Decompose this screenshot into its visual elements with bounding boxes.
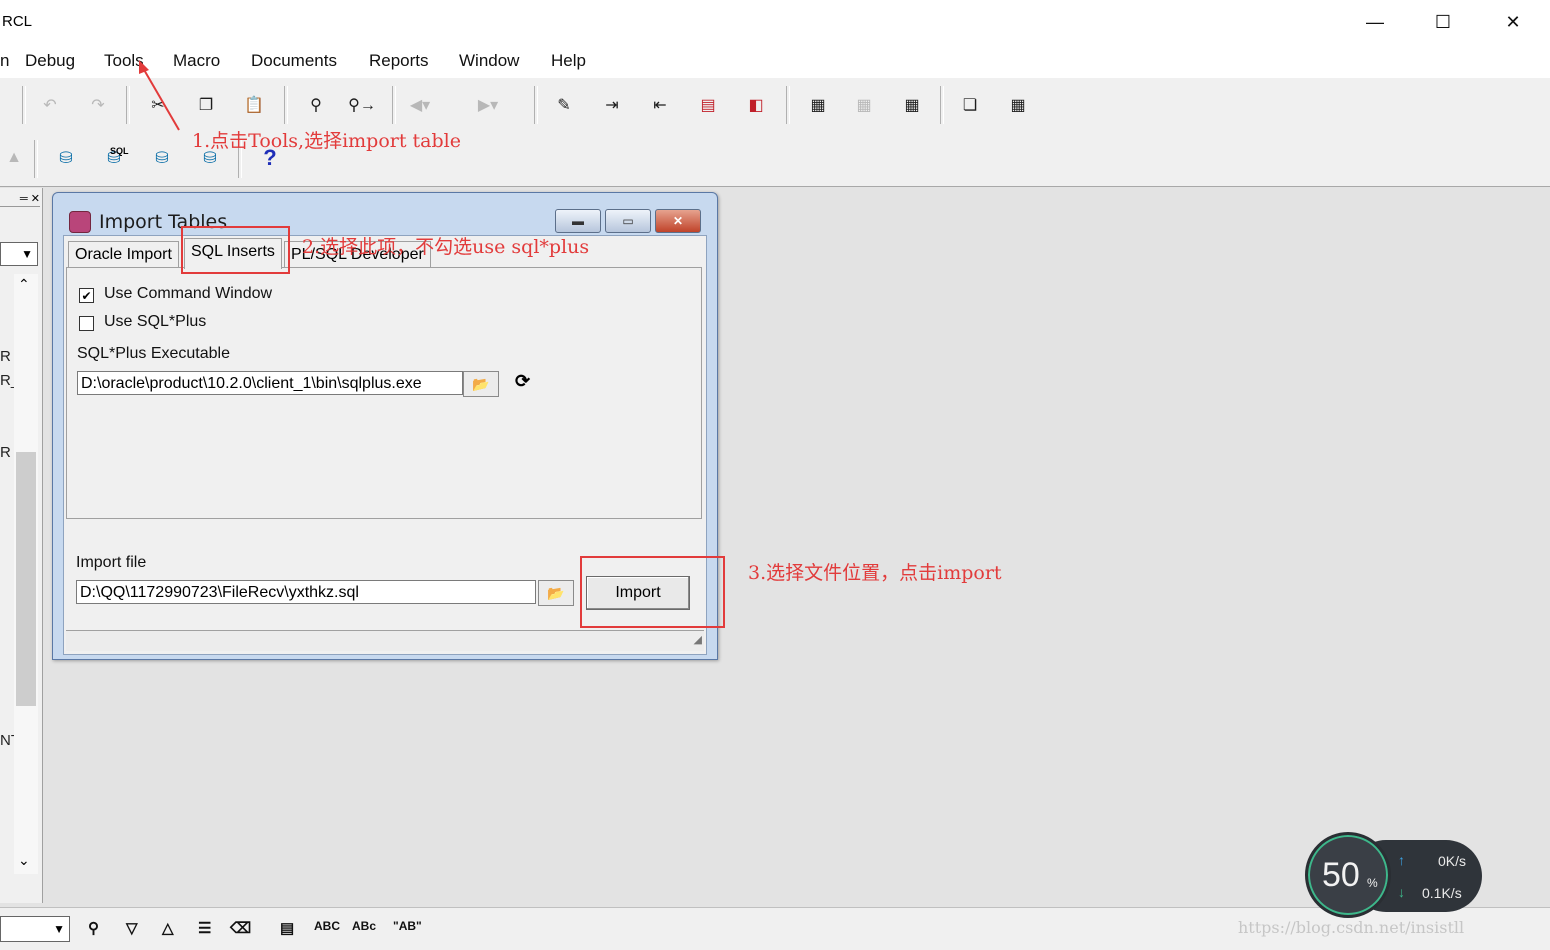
use-command-window-label: Use Command Window xyxy=(104,285,273,302)
page-icon[interactable]: ▤ xyxy=(694,91,722,119)
find-icon[interactable]: ⚲ xyxy=(88,919,99,937)
toolbar-separator xyxy=(786,86,790,124)
scroll-up-icon[interactable]: ⌃ xyxy=(18,276,30,293)
scroll-down-icon[interactable]: ⌄ xyxy=(18,852,30,869)
import-file-label: Import file xyxy=(76,554,147,571)
menu-item-window[interactable]: Window xyxy=(459,51,519,71)
dialog-close-button[interactable]: ✕ xyxy=(655,209,701,233)
left-panel-dropdown[interactable]: ▼ xyxy=(0,242,38,266)
browse-folder-icon[interactable]: 📂 xyxy=(463,371,499,397)
unindent-icon[interactable]: ⇤ xyxy=(646,91,674,119)
find-next-icon[interactable]: ⚲→ xyxy=(348,91,376,119)
text-box-icon[interactable]: ▤ xyxy=(280,919,294,937)
dialog-maximize-button[interactable]: ▭ xyxy=(605,209,651,233)
close-button[interactable]: ✕ xyxy=(1478,0,1548,44)
annotation-step-3: 3.选择文件位置，点击import xyxy=(748,562,1002,584)
left-scrollbar-thumb[interactable] xyxy=(16,452,36,706)
forward-icon[interactable]: ▶▾ xyxy=(474,91,502,119)
triangle-up-icon[interactable]: △ xyxy=(162,919,174,937)
undo-icon[interactable]: ↶ xyxy=(36,91,64,119)
download-arrow-icon: ↓ xyxy=(1398,884,1405,900)
toolbar-separator xyxy=(392,86,396,124)
watermark: https://blog.csdn.net/insistll xyxy=(1238,918,1465,937)
minimize-button[interactable]: — xyxy=(1340,0,1410,44)
sqlplus-executable-label: SQL*Plus Executable xyxy=(77,345,230,362)
bottom-dropdown[interactable]: ▼ xyxy=(0,916,70,942)
highlight-import-button xyxy=(580,556,725,628)
database-icon[interactable]: ⛁ xyxy=(52,144,80,172)
annotation-step-2: 2.选择此项，不勾选use sql*plus xyxy=(302,236,590,258)
sql-inserts-panel: ✔ Use Command Window Use SQL*Plus SQL*Pl… xyxy=(66,267,702,519)
toolbar-separator xyxy=(534,86,538,124)
find-icon[interactable]: ⚲ xyxy=(302,91,330,119)
speed-percent: 50 xyxy=(1322,856,1360,894)
mixed-case-button[interactable]: ABc xyxy=(352,919,376,933)
page-left-icon[interactable]: ◧ xyxy=(742,91,770,119)
tab-sql-inserts[interactable]: SQL Inserts xyxy=(184,238,282,269)
import-file-browse-icon[interactable]: 📂 xyxy=(538,580,574,606)
dialog-minimize-button[interactable]: ▬ xyxy=(555,209,601,233)
film-dots-icon[interactable]: ▦ xyxy=(898,91,926,119)
windows-icon[interactable]: ❏ xyxy=(956,91,984,119)
redo-icon[interactable]: ↷ xyxy=(84,91,112,119)
maximize-button[interactable]: ☐ xyxy=(1408,0,1478,44)
annotation-step-1: 1.点击Tools,选择import table xyxy=(192,130,461,152)
resize-grip-icon[interactable]: ◢ xyxy=(694,633,702,646)
import-tables-icon xyxy=(69,211,91,233)
annotation-arrow-head xyxy=(139,60,149,74)
left-panel-close-icon[interactable]: ═ ✕ xyxy=(0,192,40,207)
grid-icon[interactable]: ▦ xyxy=(1004,91,1032,119)
toolbar-separator xyxy=(284,86,288,124)
menu-item-n[interactable]: n xyxy=(0,51,9,71)
sqlplus-executable-field[interactable]: D:\oracle\product\10.2.0\client_1\bin\sq… xyxy=(77,371,463,395)
quote-button[interactable]: "AB" xyxy=(393,919,422,933)
indent-icon[interactable]: ⇥ xyxy=(598,91,626,119)
toolbar-separator xyxy=(34,140,38,178)
upload-arrow-icon: ↑ xyxy=(1398,852,1405,868)
use-command-window-checkbox[interactable]: ✔ xyxy=(79,288,94,303)
main-toolbar: ↶ ↷ ✂ ❐ 📋 ⚲ ⚲→ ◀▾ ▶▾ ✎ ⇥ ⇤ ▤ ◧ ▦ ▦ ▦ ❏ ▦ xyxy=(0,78,1550,133)
title-bar: RCL — ☐ ✕ xyxy=(0,0,1550,44)
annotation-arrow xyxy=(139,60,180,131)
film-icon[interactable]: ▦ xyxy=(804,91,832,119)
left-panel-text: R xyxy=(0,444,11,461)
use-sqlplus-label: Use SQL*Plus xyxy=(104,313,207,330)
speed-percent-unit: % xyxy=(1367,876,1378,890)
toolbar-separator xyxy=(940,86,944,124)
use-sqlplus-checkbox[interactable] xyxy=(79,316,94,331)
dialog-status-bar: ◢ xyxy=(66,630,704,651)
menu-item-documents[interactable]: Documents xyxy=(251,51,337,71)
menu-bar: n Debug Tools Macro Documents Reports Wi… xyxy=(0,44,1550,79)
sql-icon-label: SQL xyxy=(110,146,129,156)
upload-speed: 0K/s xyxy=(1438,853,1467,869)
menu-item-reports[interactable]: Reports xyxy=(369,51,429,71)
paste-icon[interactable]: 📋 xyxy=(240,91,268,119)
annotation-arrow-line xyxy=(142,67,180,131)
download-speed: 0.1K/s xyxy=(1422,885,1462,901)
import-file-field[interactable]: D:\QQ\1172990723\FileRecv\yxthkz.sql xyxy=(76,580,536,604)
database-user-icon[interactable]: ⛁ xyxy=(148,144,176,172)
tab-oracle-import[interactable]: Oracle Import xyxy=(68,241,179,268)
toolbar-separator xyxy=(126,86,130,124)
toolbar-separator xyxy=(22,86,26,124)
arrow-up-icon[interactable]: ▲ xyxy=(0,144,28,172)
refresh-icon[interactable]: ⟳ xyxy=(515,371,530,392)
left-panel-text: R xyxy=(0,348,11,365)
list-icon[interactable]: ☰ xyxy=(198,919,211,937)
film-disabled-icon[interactable]: ▦ xyxy=(850,91,878,119)
uppercase-button[interactable]: ABC xyxy=(314,919,340,933)
menu-item-debug[interactable]: Debug xyxy=(25,51,75,71)
window-title: RCL xyxy=(2,13,33,30)
back-icon[interactable]: ◀▾ xyxy=(406,91,434,119)
triangle-down-icon[interactable]: ▽ xyxy=(126,919,138,937)
edit-icon[interactable]: ✎ xyxy=(550,91,578,119)
eraser-icon[interactable]: ⌫ xyxy=(230,919,251,937)
copy-icon[interactable]: ❐ xyxy=(192,91,220,119)
menu-item-help[interactable]: Help xyxy=(551,51,586,71)
